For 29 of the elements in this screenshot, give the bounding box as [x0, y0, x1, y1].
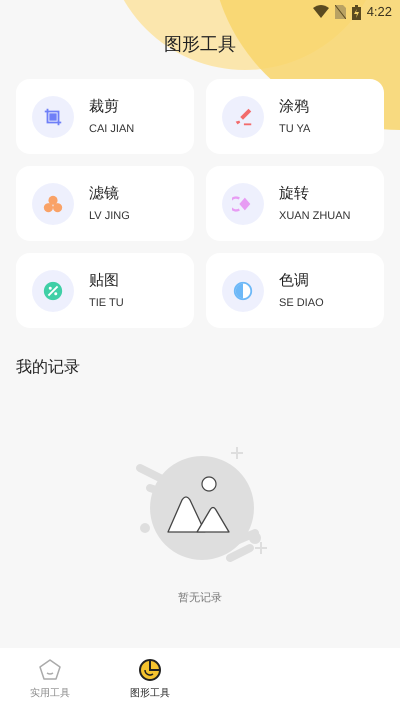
nav-tab[interactable]: 实用工具 [0, 658, 100, 701]
tool-card[interactable]: 滤镜 LV JING [16, 166, 194, 241]
tool-title: 旋转 [279, 184, 310, 204]
tool-subtitle: LV JING [89, 209, 130, 224]
tool-subtitle: SE DIAO [279, 296, 324, 311]
section-heading: 我的记录 [15, 358, 81, 378]
tool-subtitle: TIE TU [89, 296, 124, 311]
tool-title: 滤镜 [89, 184, 120, 204]
tool-title: 色调 [279, 270, 310, 290]
tool-card[interactable]: 裁剪 CAI JIAN [16, 79, 194, 154]
empty-text: 暂无记录 [178, 591, 222, 606]
pie-chart-icon [138, 658, 162, 682]
nav-tab[interactable]: 图形工具 [100, 658, 200, 701]
contrast-icon [232, 280, 254, 302]
tool-subtitle: XUAN ZHUAN [279, 209, 351, 224]
tool-title: 裁剪 [89, 96, 120, 116]
tool-card[interactable]: 旋转 XUAN ZHUAN [206, 166, 384, 241]
status-time: 4:22 [366, 3, 392, 22]
tool-title: 贴图 [89, 270, 120, 290]
tool-subtitle: CAI JIAN [89, 122, 134, 137]
pentagon-icon [38, 658, 62, 682]
sticker-icon [42, 280, 64, 302]
wifi-icon [312, 5, 329, 19]
tool-card[interactable]: 涂鸦 TU YA [206, 79, 384, 154]
tool-title: 涂鸦 [279, 96, 310, 116]
tool-card[interactable]: 色调 SE DIAO [206, 253, 384, 328]
tool-card[interactable]: 贴图 TIE TU [16, 253, 194, 328]
page-title: 图形工具 [163, 33, 237, 56]
tool-subtitle: TU YA [279, 122, 310, 137]
